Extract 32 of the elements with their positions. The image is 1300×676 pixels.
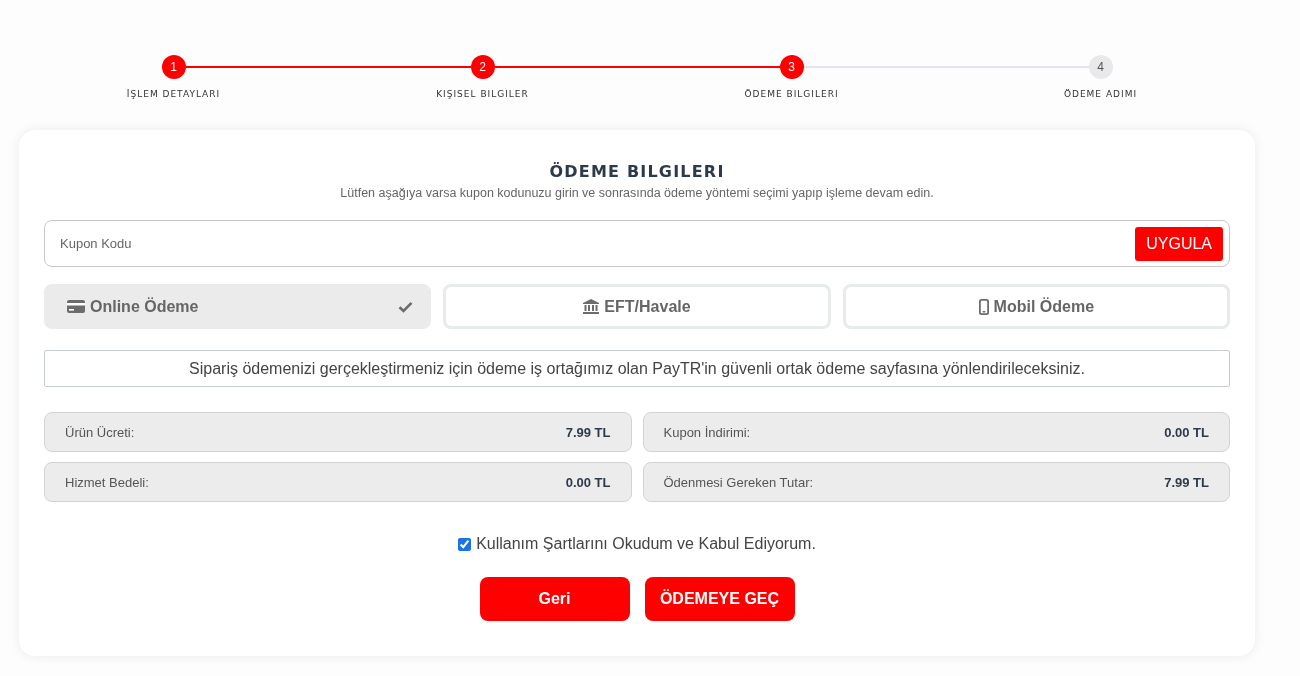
terms-label: Kullanım Şartlarını Okudum ve Kabul Ediyorum. (476, 535, 816, 553)
payment-method-tab[interactable]: EFT/Havale (443, 284, 831, 329)
instruction-text: Lütfen aşağıya varsa kupon kodunuzu girin ve sonrasında ödeme yöntemi seçimi yapıp işleme devam edin. (339, 186, 935, 200)
step-number: 4 (1088, 55, 1113, 79)
mobile-phone-icon (978, 298, 989, 315)
step-label: ÖDEME ADIMI (1063, 89, 1138, 99)
payment-method-tab[interactable]: Mobil Ödeme (842, 284, 1230, 329)
step-label: KIŞISEL BILGILER (436, 89, 529, 99)
step-label: İŞLEM DETAYLARI (126, 89, 221, 99)
summary-label: Hizmet Bedeli: (65, 474, 149, 490)
step-label: ÖDEME BILGILERI (744, 89, 839, 99)
summary-value: 0.00 TL (565, 474, 611, 490)
apply-button[interactable]: UYGULA (1135, 226, 1223, 261)
summary-value: 7.99 TL (1164, 474, 1209, 490)
step-number: 2 (470, 55, 495, 79)
bank-icon (583, 299, 600, 314)
payment-method-tab[interactable]: Online Ödeme (44, 284, 432, 329)
step-number: 1 (161, 55, 186, 79)
redirect-notice: Sipariş ödemenizi gerçekleştirmeniz için ödeme iş ortağımız olan PayTR'in güvenli ortak ödeme sayfasına yönlendirileceksiniz. (44, 350, 1230, 387)
terms-checkbox[interactable] (458, 537, 472, 551)
step-number: 3 (779, 55, 804, 79)
summary-label: Ödenmesi Gereken Tutar: (663, 474, 814, 490)
back-button[interactable]: Geri (479, 577, 630, 621)
summary-label: Ürün Ücreti: (65, 424, 135, 440)
check-icon (398, 300, 414, 313)
summary-label: Kupon İndirimi: (663, 424, 751, 440)
credit-card-icon (67, 300, 85, 313)
summary-value: 0.00 TL (1164, 424, 1209, 440)
section-title: ÖDEME BILGILERI (548, 162, 726, 181)
proceed-button[interactable]: ÖDEMEYE GEÇ (644, 577, 795, 621)
coupon-field[interactable]: Kupon Kodu UYGULA (44, 220, 1230, 267)
summary-value: 7.99 TL (565, 424, 611, 440)
